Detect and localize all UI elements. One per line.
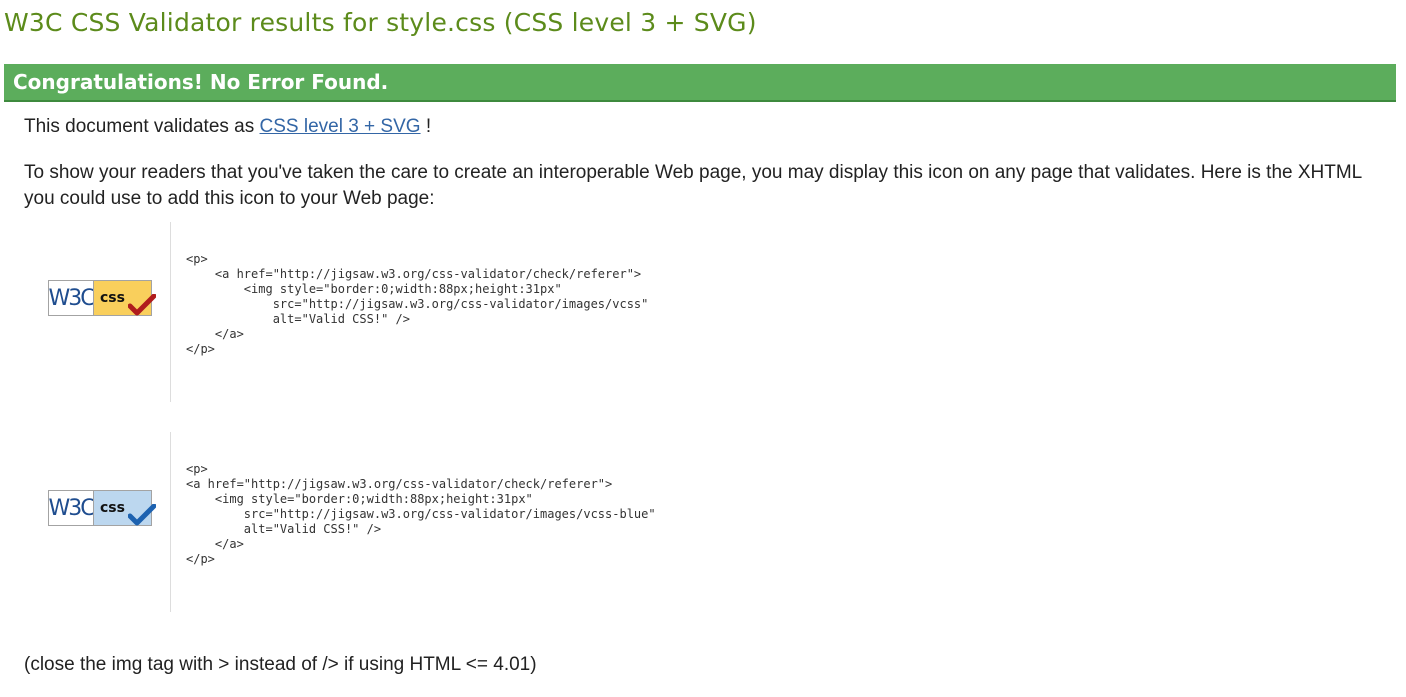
page-title: W3C CSS Validator results for style.css … [4,8,757,37]
validation-prefix: This document validates as [24,116,260,137]
code-divider [170,432,171,612]
success-banner: Congratulations! No Error Found. [4,64,1396,102]
validation-status: This document validates as CSS level 3 +… [24,114,431,140]
html-compat-note: (close the img tag with > instead of /> … [24,654,537,675]
badge-code-snippet[interactable]: <p> <a href="http://jigsaw.w3.org/css-va… [186,462,656,567]
validation-suffix: ! [420,116,432,137]
checkmark-icon [128,504,156,526]
w3c-logo-text: W3C [48,280,96,316]
css-profile-link[interactable]: CSS level 3 + SVG [260,116,421,137]
valid-css-blue-badge-icon[interactable]: W3C css [48,490,156,528]
intro-paragraph: To show your readers that you've taken t… [24,162,1362,209]
w3c-logo-text: W3C [48,490,96,526]
code-divider [170,222,171,402]
badge-snippet-blue: W3C css <p> <a href="http://jigsaw.w3.or… [0,432,700,612]
badge-snippet-gold: W3C css <p> <a href="http://jigsaw.w3.or… [0,222,700,402]
badge-code-snippet[interactable]: <p> <a href="http://jigsaw.w3.org/css-va… [186,252,648,357]
checkmark-icon [128,294,156,316]
success-message: Congratulations! No Error Found. [13,70,389,94]
valid-css-gold-badge-icon[interactable]: W3C css [48,280,156,318]
